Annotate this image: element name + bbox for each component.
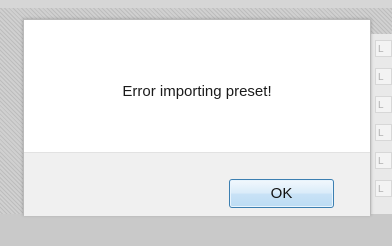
background-top-strip — [0, 0, 392, 8]
background-list-item: L — [375, 68, 392, 85]
ok-button[interactable]: OK — [229, 179, 334, 208]
dialog-message: Error importing preset! — [122, 82, 272, 100]
background-panel: L L L L L L — [370, 34, 392, 214]
background-list-item: L — [375, 180, 392, 197]
background-list-item: L — [375, 124, 392, 141]
background-bottom-strip — [0, 214, 392, 246]
dialog-footer: OK — [24, 152, 370, 216]
background-list-item: L — [375, 40, 392, 57]
error-dialog: Error importing preset! OK — [23, 19, 371, 216]
background-list-item: L — [375, 96, 392, 113]
background-list-item: L — [375, 152, 392, 169]
